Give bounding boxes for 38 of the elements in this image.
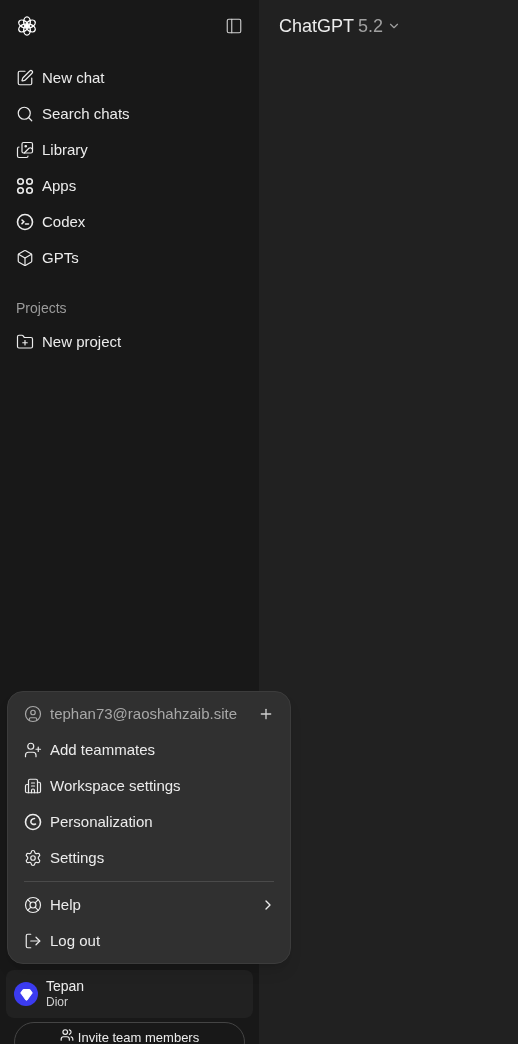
user-icon [24, 705, 42, 723]
help-icon [24, 896, 42, 914]
menu-item[interactable]: Workspace settings [8, 768, 290, 804]
sidebar-item[interactable]: Codex [0, 204, 259, 240]
apps-icon [16, 177, 34, 195]
sidebar-item[interactable]: Apps [0, 168, 259, 204]
search-icon [16, 105, 34, 123]
people-icon [59, 1028, 74, 1042]
diamond-icon [19, 987, 33, 1001]
sidebar-item[interactable]: Library [0, 132, 259, 168]
settings-icon [24, 849, 42, 867]
sidebar-item[interactable]: Search chats [0, 96, 259, 132]
workspace-name: Dior [46, 995, 69, 1011]
sidebar-item[interactable]: GPTs [0, 240, 259, 276]
sidebar-item[interactable]: New project [0, 324, 259, 360]
sidebar-item[interactable]: New chat [0, 60, 259, 96]
plus-icon[interactable] [258, 706, 274, 722]
menu-item[interactable]: Personalization [8, 804, 290, 840]
logo-icon [16, 15, 38, 37]
menu-item[interactable]: Settings [8, 840, 290, 876]
add-teammates-icon [24, 741, 42, 759]
new-project-icon [16, 333, 34, 351]
model-title[interactable]: ChatGPT [279, 12, 355, 40]
workspace-icon [24, 777, 42, 795]
menu-item[interactable]: Help [8, 887, 290, 923]
menu-item[interactable]: Add teammates [8, 732, 290, 768]
menu-item[interactable]: Log out [8, 923, 290, 959]
profile-name: Tepan [46, 977, 85, 996]
section-heading: Projects [15, 298, 68, 318]
new-chat-icon [16, 69, 34, 87]
sidebar-toggle-icon[interactable] [225, 17, 243, 35]
codex-icon [16, 213, 34, 231]
gpts-icon [16, 249, 34, 267]
model-version[interactable]: 5.2 [358, 12, 384, 40]
logout-icon [24, 932, 42, 950]
library-icon [16, 141, 34, 159]
profile-card[interactable]: Tepan Dior [6, 970, 253, 1018]
account-email: tephan73@raoshahzaib.site [50, 703, 239, 724]
